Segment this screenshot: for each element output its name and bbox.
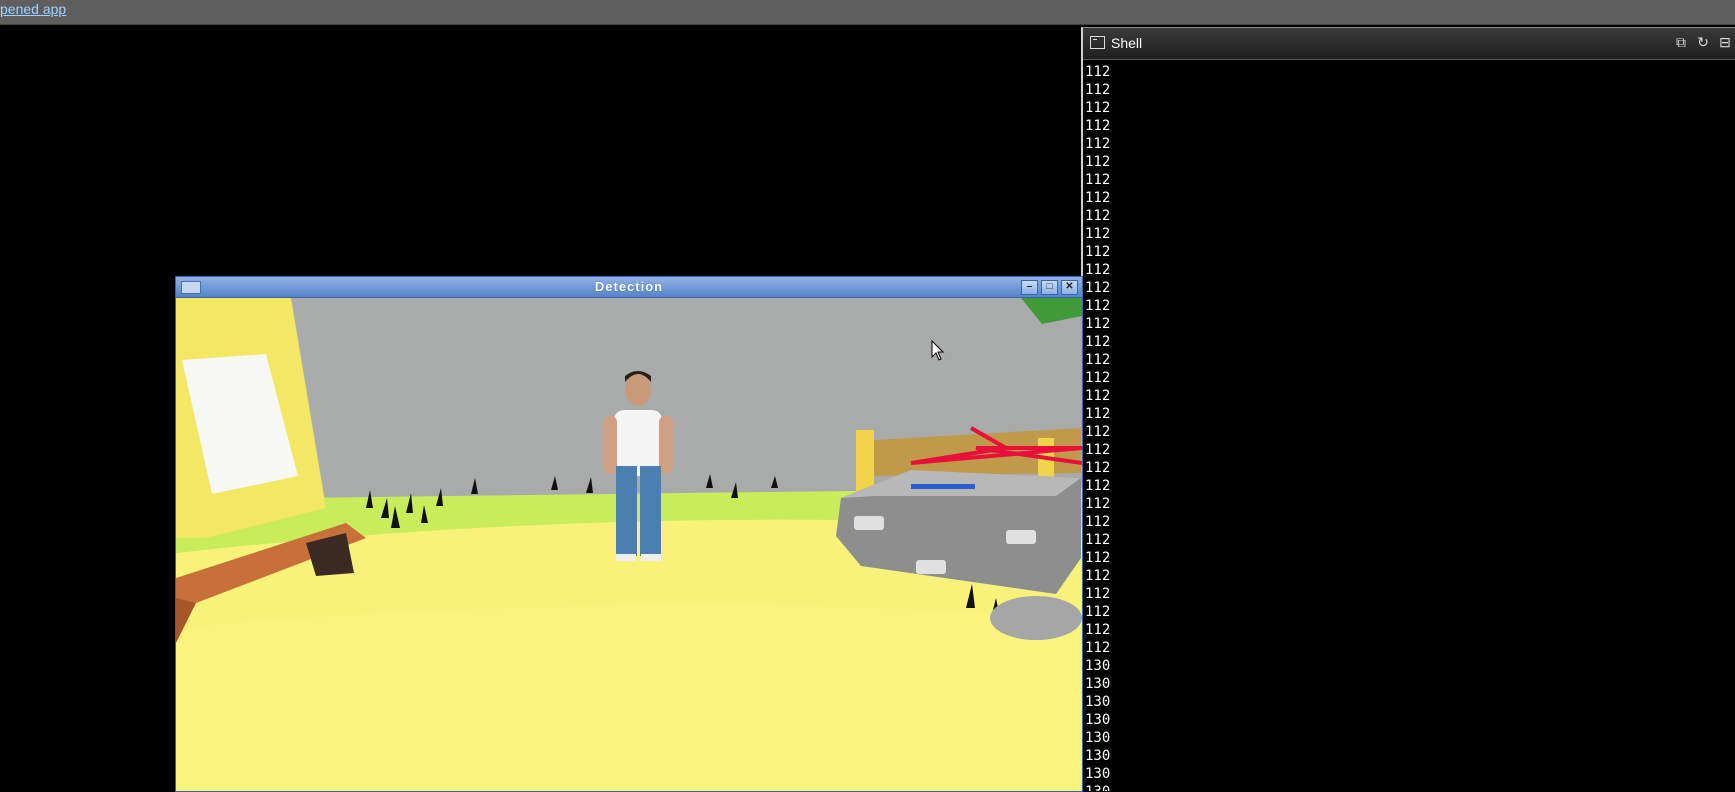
shell-output-line: 112 <box>1085 100 1111 116</box>
shell-output-line: 112 <box>1085 568 1111 584</box>
shell-output-line: 112 <box>1085 586 1111 602</box>
shell-output-line: 112 <box>1085 298 1111 314</box>
shell-output-line: 130 <box>1085 730 1111 746</box>
shell-output-line: 112 <box>1085 154 1111 170</box>
shell-output-line: 112 <box>1085 406 1111 422</box>
shell-output-line: 112 <box>1085 622 1111 638</box>
shell-output-line: 112 <box>1085 424 1111 440</box>
shell-panel: Shell ⧉ ↻ ⊟ 112 112 112 112 112 112 112 112 112 1… <box>1081 27 1735 791</box>
shell-output-line: 112 <box>1085 550 1111 566</box>
shell-output-line: 112 <box>1085 604 1111 620</box>
maximize-icon[interactable]: □ <box>1041 280 1058 295</box>
shell-output-line: 112 <box>1085 190 1111 206</box>
shell-output-line: 112 <box>1085 640 1111 656</box>
shell-output-line: 130 <box>1085 766 1111 782</box>
shell-output-line: 112 <box>1085 226 1111 242</box>
detection-titlebar[interactable]: Detection – □ ✕ <box>176 277 1082 298</box>
refresh-icon[interactable]: ↻ <box>1695 34 1711 50</box>
shell-output-line: 112 <box>1085 352 1111 368</box>
shell-output-line: 112 <box>1085 532 1111 548</box>
shell-output-line: 112 <box>1085 244 1111 260</box>
shell-output-line: 112 <box>1085 370 1111 386</box>
shell-output-line: 130 <box>1085 658 1111 674</box>
shell-output-line: 112 <box>1085 208 1111 224</box>
minimize-icon[interactable]: – <box>1021 280 1038 295</box>
shell-output-line: 130 <box>1085 676 1111 692</box>
mouse-cursor-icon <box>931 340 945 361</box>
minimize-icon[interactable]: ⊟ <box>1717 34 1733 50</box>
shell-output-line: 112 <box>1085 136 1111 152</box>
shell-output-line: 112 <box>1085 64 1111 80</box>
detection-window: Detection – □ ✕ <box>175 276 1083 792</box>
shell-output-line: 112 <box>1085 262 1111 278</box>
shell-output-line: 130 <box>1085 712 1111 728</box>
shell-title: Shell <box>1111 35 1143 51</box>
shell-output-line: 112 <box>1085 280 1111 296</box>
shell-output-line: 130 <box>1085 694 1111 710</box>
restore-icon[interactable]: ⧉ <box>1673 34 1689 50</box>
shell-titlebar: Shell ⧉ ↻ ⊟ <box>1083 28 1735 60</box>
shell-output-line: 112 <box>1085 118 1111 134</box>
shell-output-line: 112 <box>1085 460 1111 476</box>
shell-output-line: 112 <box>1085 316 1111 332</box>
terminal-icon <box>1090 36 1105 49</box>
detection-title: Detection <box>594 279 664 294</box>
shell-output-line: 112 <box>1085 82 1111 98</box>
shell-output-line: 130 <box>1085 748 1111 764</box>
shell-output-line: 112 <box>1085 334 1111 350</box>
top-bar: pened app <box>0 0 1735 25</box>
opened-app-link[interactable]: pened app <box>0 1 66 17</box>
shell-output-line: 112 <box>1085 172 1111 188</box>
shell-output-line: 112 <box>1085 514 1111 530</box>
shell-output-line: 112 <box>1085 388 1111 404</box>
shell-output: 112 112 112 112 112 112 112 112 112 112 112 112 112 1… <box>1083 60 1735 791</box>
simulation-viewport <box>176 298 1082 791</box>
close-icon[interactable]: ✕ <box>1061 280 1078 295</box>
shell-output-line: 112 <box>1085 478 1111 494</box>
shell-output-line: 112 <box>1085 496 1111 512</box>
shell-output-line: 112 <box>1085 442 1111 458</box>
